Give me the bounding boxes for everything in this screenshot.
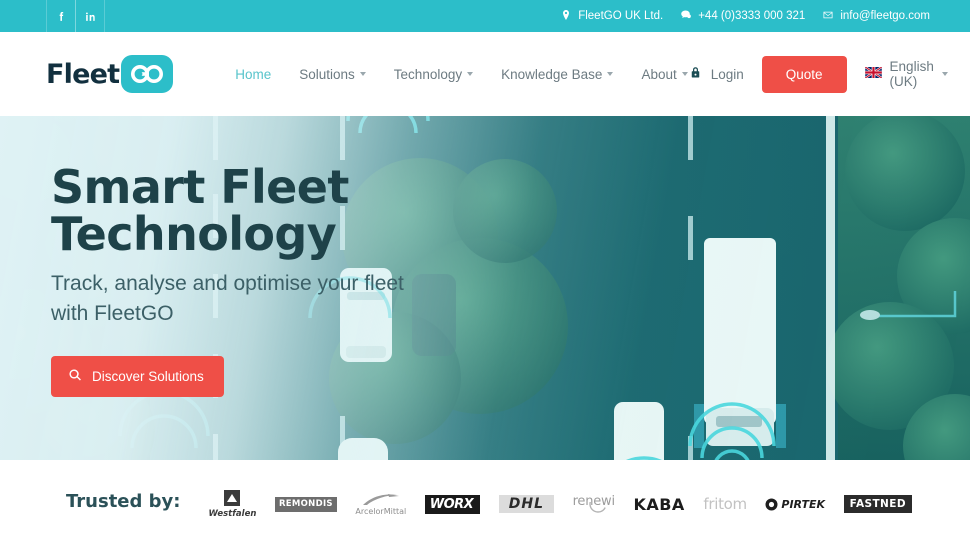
logo-go-mark: [121, 55, 174, 93]
client-logo-fastned[interactable]: FASTNED: [843, 484, 912, 524]
client-logo-fastned-text: FASTNED: [843, 495, 912, 513]
discover-solutions-button[interactable]: Discover Solutions: [51, 356, 224, 397]
client-logo-dhl[interactable]: DHL: [498, 484, 555, 524]
facebook-icon[interactable]: [46, 0, 76, 32]
client-logo-worx-text: WORX: [424, 494, 481, 514]
fleetgo-logo[interactable]: Fleet: [46, 55, 174, 93]
linkedin-icon[interactable]: [75, 0, 105, 32]
chevron-down-icon: [359, 72, 366, 76]
social-links: [46, 0, 105, 32]
hero-copy: Smart Fleet Technology Track, analyse an…: [51, 164, 521, 397]
envelope-icon: [822, 9, 834, 24]
top-utility-bar: FleetGO UK Ltd. +44 (0)3333 000 321 info…: [0, 0, 970, 32]
nav-item-knowledge-base[interactable]: Knowledge Base: [501, 66, 614, 82]
trusted-by-label: Trusted by:: [66, 491, 181, 512]
nav-item-solutions-label: Solutions: [299, 66, 355, 82]
nav-item-technology-label: Technology: [393, 66, 463, 82]
lock-icon: [688, 64, 703, 84]
hero-subtitle-line1: Track, analyse and optimise your fleet: [51, 272, 404, 295]
location-pin-icon: [560, 9, 572, 24]
chevron-down-icon: [467, 72, 474, 76]
client-logo-remondis[interactable]: REMONDIS: [274, 484, 337, 524]
client-logo-renewi[interactable]: renewi: [573, 484, 615, 524]
language-label: English (UK): [889, 59, 934, 89]
client-logo-row: Westfalen REMONDIS ArcelorMittal WORX DH…: [209, 484, 951, 524]
nav-item-home-label: Home: [235, 66, 272, 82]
nav-item-home[interactable]: Home: [235, 67, 271, 82]
hero-section: Smart Fleet Technology Track, analyse an…: [0, 116, 970, 460]
client-logo-westfalen-text: Westfalen: [208, 508, 257, 519]
nav-item-knowledge-base-label: Knowledge Base: [501, 66, 603, 82]
client-logo-westfalen[interactable]: Westfalen: [208, 484, 257, 524]
discover-solutions-label: Discover Solutions: [92, 369, 204, 384]
arcelormittal-mark-icon: [362, 493, 399, 505]
trusted-by-section: Trusted by: Westfalen REMONDIS ArcelorMi…: [0, 460, 970, 546]
company-location: FleetGO UK Ltd.: [560, 9, 663, 24]
client-logo-kaba[interactable]: KABA: [633, 484, 684, 524]
pirtek-gear-icon: [765, 498, 778, 510]
phone-link[interactable]: +44 (0)3333 000 321: [680, 9, 805, 24]
email-link[interactable]: info@fleetgo.com: [822, 9, 930, 24]
topbar-contact-info: FleetGO UK Ltd. +44 (0)3333 000 321 info…: [560, 0, 930, 32]
uk-flag-icon: [864, 65, 882, 83]
quote-button[interactable]: Quote: [761, 55, 847, 93]
main-navigation-bar: Fleet Home Solutions Technology Knowledg…: [0, 32, 970, 116]
hero-subtitle-line2: with FleetGO: [51, 302, 174, 325]
chevron-down-icon: [607, 72, 614, 76]
hero-heading-line1: Smart Fleet: [51, 160, 349, 214]
client-logo-worx[interactable]: WORX: [424, 484, 481, 524]
client-logo-dhl-text: DHL: [498, 495, 555, 513]
nav-links: Home Solutions Technology Knowledge Base…: [235, 66, 688, 82]
language-selector[interactable]: English (UK): [864, 59, 948, 89]
hero-heading-line2: Technology: [51, 207, 337, 261]
client-logo-pirtek[interactable]: PIRTEK: [765, 484, 825, 524]
nav-actions: Login Quote English (UK): [688, 55, 948, 93]
phone-number-text: +44 (0)3333 000 321: [698, 10, 806, 22]
client-logo-pirtek-text: PIRTEK: [781, 497, 826, 511]
nav-item-about[interactable]: About: [641, 66, 688, 82]
logo-wordmark: Fleet: [46, 58, 120, 90]
login-label: Login: [710, 66, 744, 82]
renewi-circle-icon: [589, 502, 607, 513]
client-logo-arcelormittal-text: ArcelorMittal: [355, 506, 407, 516]
page-title: Smart Fleet Technology: [51, 164, 521, 258]
client-logo-kaba-text: KABA: [633, 494, 685, 514]
westfalen-mark-icon: [224, 489, 241, 506]
nav-item-about-label: About: [641, 66, 677, 82]
email-address-text: info@fleetgo.com: [840, 10, 930, 22]
search-icon: [68, 368, 82, 385]
nav-item-technology[interactable]: Technology: [393, 66, 474, 82]
chat-bubble-icon: [680, 9, 692, 24]
company-name-text: FleetGO UK Ltd.: [578, 10, 664, 22]
login-button[interactable]: Login: [688, 64, 744, 84]
client-logo-fritom[interactable]: fritom: [703, 484, 747, 524]
client-logo-remondis-text: REMONDIS: [274, 496, 337, 512]
nav-item-solutions[interactable]: Solutions: [299, 67, 366, 82]
hero-subtitle: Track, analyse and optimise your fleet w…: [51, 269, 521, 329]
client-logo-fritom-text: fritom: [703, 495, 747, 513]
chevron-down-icon: [941, 72, 948, 76]
client-logo-arcelormittal[interactable]: ArcelorMittal: [355, 484, 406, 524]
